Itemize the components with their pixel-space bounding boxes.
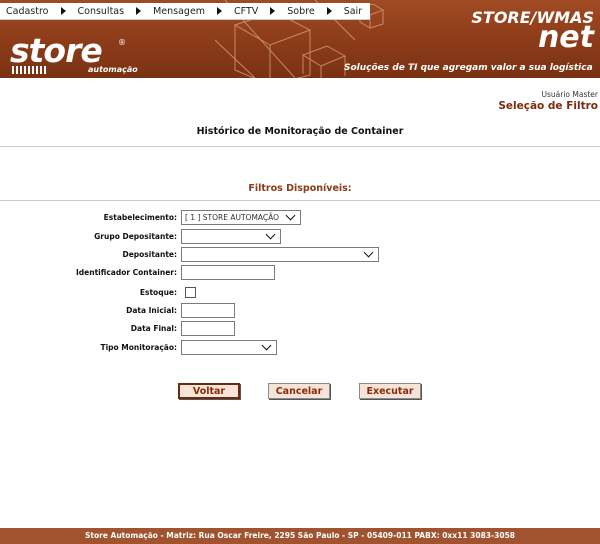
row-estabelecimento: Estabelecimento: [ 1 ] STORE AUTOMAÇÃO xyxy=(0,209,301,225)
tipo-monitoracao-label: Tipo Monitoração: xyxy=(100,342,177,352)
estoque-label: Estoque: xyxy=(139,287,177,297)
arrow-right-icon xyxy=(217,7,223,15)
arrow-right-icon xyxy=(60,7,66,15)
data-final-input[interactable] xyxy=(181,320,235,336)
estabelecimento-label: Estabelecimento: xyxy=(103,212,177,222)
user-name: Usuário Master xyxy=(541,90,599,99)
header-banner: Cadastro Consultas Mensagem CFTV Sobre S… xyxy=(0,0,600,78)
depositante-select[interactable] xyxy=(181,246,379,262)
tagline: Soluções de TI que agregam valor a sua l… xyxy=(344,63,593,73)
depositante-label: Depositante: xyxy=(122,249,177,259)
executar-button[interactable]: Executar xyxy=(359,383,421,399)
data-inicial-label: Data Inicial: xyxy=(126,305,177,315)
menu-item-label: CFTV xyxy=(234,5,259,17)
store-logo: store ® automação xyxy=(10,31,138,74)
menu-item-sair[interactable]: Sair xyxy=(342,6,366,17)
menu-item-mensagem[interactable]: Mensagem xyxy=(151,6,232,17)
row-data-inicial: Data Inicial: xyxy=(0,302,235,318)
menu-item-label: Consultas xyxy=(77,5,125,17)
top-menu-bar: Cadastro Consultas Mensagem CFTV Sobre S… xyxy=(0,3,371,20)
row-grupo-depositante: Grupo Depositante: xyxy=(0,228,281,244)
chevron-down-icon xyxy=(265,229,276,239)
estabelecimento-select[interactable]: [ 1 ] STORE AUTOMAÇÃO xyxy=(181,209,301,225)
data-inicial-input[interactable] xyxy=(181,302,235,318)
arrow-right-icon xyxy=(326,7,332,15)
chevron-down-icon xyxy=(261,340,272,350)
row-data-final: Data Final: xyxy=(0,320,235,336)
estabelecimento-value: [ 1 ] STORE AUTOMAÇÃO xyxy=(185,212,280,222)
row-identificador-container: Identificador Container: xyxy=(0,264,275,280)
logo-subtitle: automação xyxy=(88,65,138,74)
menu-item-label: Sobre xyxy=(287,5,315,17)
arrow-right-icon xyxy=(270,7,276,15)
section-title: Seleção de Filtro xyxy=(498,100,598,112)
page-title: Histórico de Monitoração de Container xyxy=(196,126,404,137)
filters-title: Filtros Disponíveis: xyxy=(248,183,352,194)
arrow-right-icon xyxy=(136,7,142,15)
menu-item-sobre[interactable]: Sobre xyxy=(285,6,341,17)
divider xyxy=(0,146,600,147)
page: Cadastro Consultas Mensagem CFTV Sobre S… xyxy=(0,0,600,544)
menu-item-label: Mensagem xyxy=(153,5,206,17)
divider xyxy=(0,200,600,201)
estoque-checkbox[interactable] xyxy=(185,286,196,298)
tipo-monitoracao-select[interactable] xyxy=(181,339,277,355)
row-estoque: Estoque: xyxy=(0,284,196,300)
identificador-container-input[interactable] xyxy=(181,264,275,280)
menu-item-cadastro[interactable]: Cadastro xyxy=(4,6,76,17)
menu-item-label: Sair xyxy=(343,5,363,17)
voltar-button[interactable]: Voltar xyxy=(178,383,240,399)
cancelar-button[interactable]: Cancelar xyxy=(268,383,330,399)
logo-word: store xyxy=(10,31,103,70)
identificador-container-label: Identificador Container: xyxy=(76,267,177,277)
menu-item-label: Cadastro xyxy=(6,5,49,17)
grupo-depositante-label: Grupo Depositante: xyxy=(94,231,177,241)
grupo-depositante-select[interactable] xyxy=(181,228,281,244)
registered-mark: ® xyxy=(118,38,126,47)
menu-item-consultas[interactable]: Consultas xyxy=(76,6,152,17)
footer: Store Automação - Matriz: Rua Oscar Frei… xyxy=(0,528,600,544)
user-info: Usuário Master Seleção de Filtro xyxy=(498,90,598,112)
data-final-label: Data Final: xyxy=(130,323,177,333)
menu-item-cftv[interactable]: CFTV xyxy=(232,6,285,17)
row-depositante: Depositante: xyxy=(0,246,379,262)
logo-stripes-icon xyxy=(12,66,46,74)
row-tipo-monitoracao: Tipo Monitoração: xyxy=(0,339,277,355)
chevron-down-icon xyxy=(363,247,374,257)
chevron-down-icon xyxy=(285,210,296,220)
brand-line-2: net xyxy=(537,20,594,55)
product-brand: STORE/WMAS net xyxy=(462,10,594,55)
